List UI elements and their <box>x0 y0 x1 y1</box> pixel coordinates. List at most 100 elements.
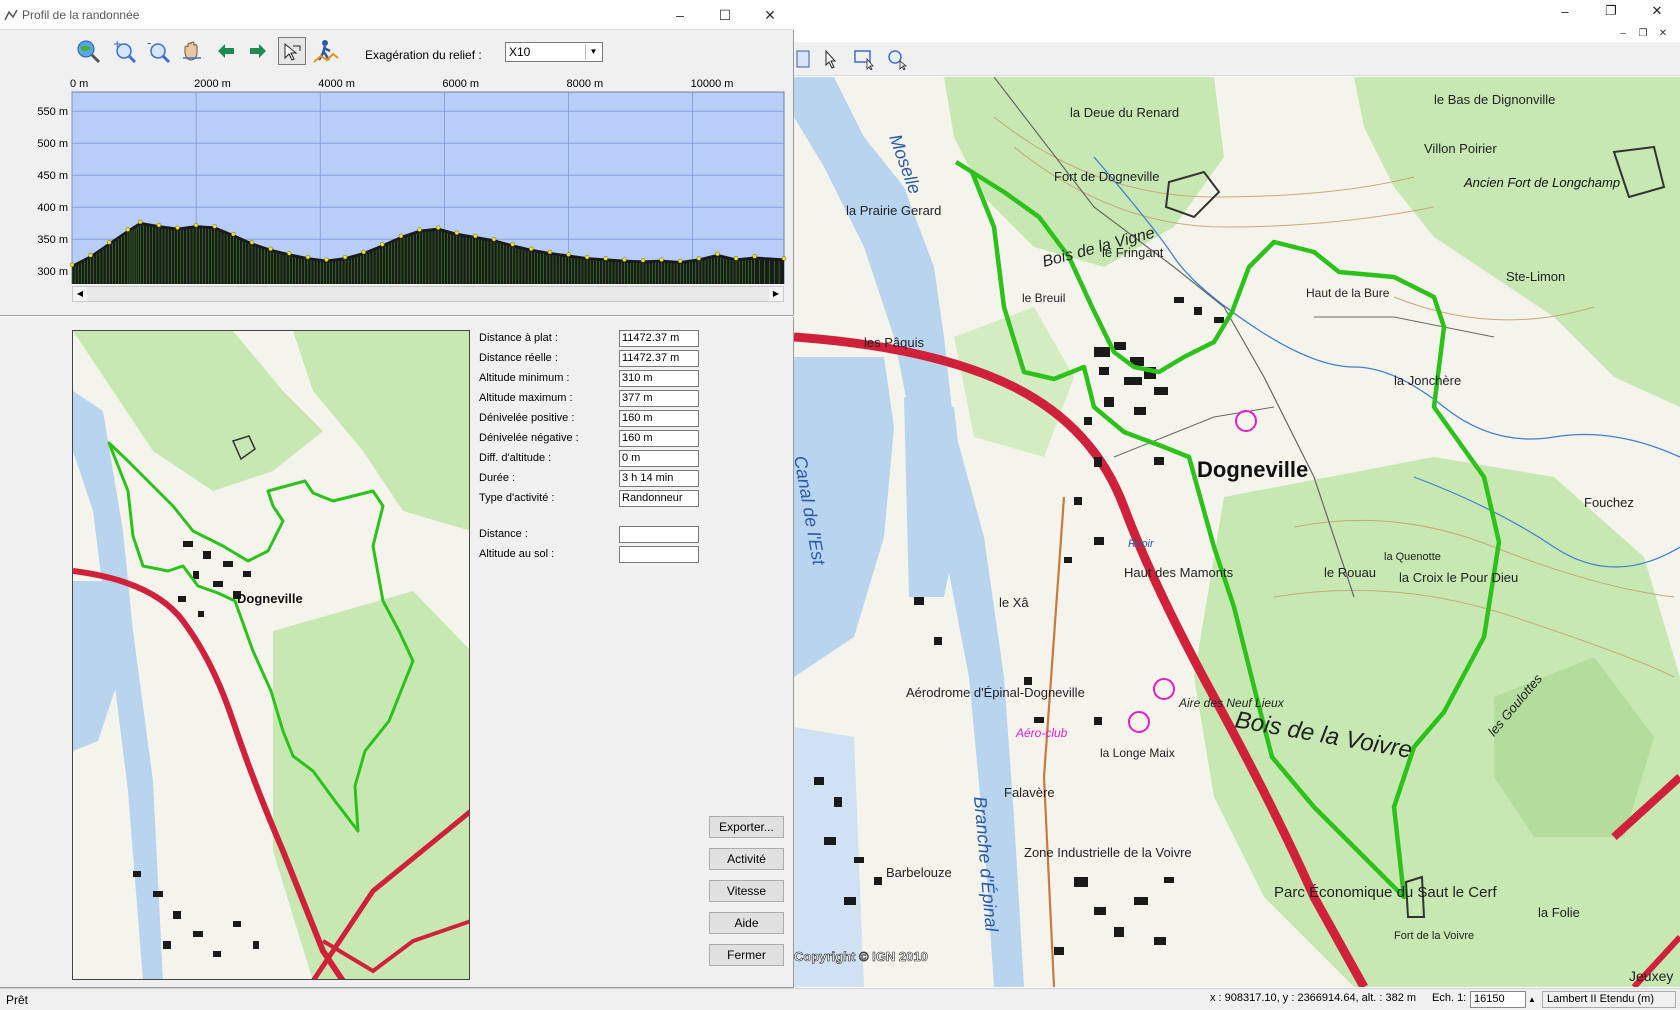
elevation-point <box>268 246 273 252</box>
elevation-point <box>342 254 348 260</box>
stat-label: Altitude maximum : <box>479 392 573 404</box>
map-label-jonchere: la Jonchère <box>1394 373 1461 388</box>
scale-input[interactable]: 16150 <box>1470 991 1526 1008</box>
select-rectangle-icon[interactable] <box>852 46 878 72</box>
elevation-point <box>212 224 217 229</box>
stat-label: Type d'activité : <box>479 492 555 504</box>
pointer-tool-icon[interactable] <box>818 46 844 72</box>
elevation-point <box>249 240 255 245</box>
stat-value-field: 11472.37 m <box>619 330 699 347</box>
stat-row: Type d'activité : Randonneur <box>479 490 709 508</box>
zoom-globe-icon[interactable] <box>74 37 102 65</box>
elevation-point <box>231 231 236 237</box>
route-icon <box>4 8 18 25</box>
elevation-point <box>305 254 311 260</box>
help-button[interactable]: Aide <box>709 912 784 934</box>
activity-button[interactable]: Activité <box>709 848 784 870</box>
scroll-left-arrow-icon[interactable]: ◀ <box>73 287 87 301</box>
elevation-point <box>510 242 515 247</box>
export-button[interactable]: Exporter... <box>709 816 784 838</box>
zoom-in-icon[interactable]: + <box>110 37 138 65</box>
map-label-falavere: Falavère <box>1004 785 1055 800</box>
y-tick-label: 500 m <box>37 138 68 150</box>
map-label-longchamp: Ancien Fort de Longchamp <box>1463 175 1620 190</box>
map-label-bas-dignonville: le Bas de Dignonville <box>1434 92 1555 107</box>
scale-spinner-icon[interactable]: ▲ <box>1526 991 1538 1008</box>
map-label-copyright: Copyright © IGN 2010 <box>794 949 928 964</box>
map-label-zone: Zone Industrielle de la Voivre <box>1024 845 1192 860</box>
relief-exaggeration-label: Exagération du relief : <box>365 48 482 62</box>
elevation-point <box>88 252 93 258</box>
map-label-paquis: les Pâquis <box>864 335 924 350</box>
profile-cursor-icon[interactable] <box>278 37 306 65</box>
elevation-point <box>125 227 131 232</box>
stat-value-field: 0 m <box>619 450 699 467</box>
elevation-point <box>566 252 571 257</box>
pan-hand-icon[interactable] <box>178 37 206 65</box>
elevation-point <box>752 254 757 259</box>
stat-value-field: 160 m <box>619 410 699 427</box>
elevation-point <box>138 219 143 225</box>
zoom-tool-icon[interactable] <box>884 46 910 72</box>
stat-label: Dénivelée positive : <box>479 412 575 424</box>
mdi-restore-button[interactable]: ❐ <box>1636 26 1650 40</box>
x-tick-label: 4000 m <box>318 78 355 90</box>
stat-row: Distance : <box>479 526 709 544</box>
stat-row: Dénivelée positive : 160 m <box>479 410 709 428</box>
stat-label: Durée : <box>479 472 516 484</box>
mdi-minimize-button[interactable]: – <box>1616 26 1630 40</box>
projection-selector[interactable]: Lambert II Etendu (m) <box>1542 991 1676 1008</box>
dialog-minimize-button[interactable]: – <box>662 4 698 26</box>
dialog-close-button[interactable]: ✕ <box>752 4 788 26</box>
status-text: Prêt <box>6 993 29 1007</box>
x-tick-label: 8000 m <box>567 78 604 90</box>
app-minimize-button[interactable]: – <box>1542 0 1588 22</box>
map-label-rvoir: Rvoir <box>1128 538 1155 550</box>
stat-row: Altitude au sol : <box>479 546 709 564</box>
elevation-point <box>286 251 292 256</box>
previous-arrow-icon[interactable] <box>212 37 240 65</box>
close-button[interactable]: Fermer <box>709 944 784 966</box>
map-label-breuil: le Breuil <box>1022 291 1065 305</box>
stat-label: Altitude au sol : <box>479 548 555 560</box>
dialog-title-bar[interactable]: Profil de la randonnée – ☐ ✕ <box>0 0 794 30</box>
map-label-deue: la Deue du Renard <box>1070 105 1179 120</box>
elevation-point <box>659 257 664 262</box>
elevation-profile-chart[interactable]: 0 m 2000 m 4000 m 6000 m 8000 m 10000 m 550 m… <box>0 72 794 304</box>
stat-value-field: 310 m <box>619 370 699 387</box>
zoom-out-icon[interactable]: - <box>144 37 172 65</box>
elevation-point <box>175 225 180 230</box>
next-arrow-icon[interactable] <box>244 37 272 65</box>
x-tick-label: 10000 m <box>691 78 734 90</box>
elevation-point <box>491 236 497 242</box>
elevation-point <box>781 256 787 261</box>
profile-horizontal-scrollbar[interactable]: ◀ ▶ <box>72 286 784 302</box>
chevron-down-icon[interactable]: ▼ <box>585 44 601 60</box>
stat-label: Distance réelle : <box>479 352 558 364</box>
elevation-point <box>529 246 534 252</box>
svg-text:-: - <box>147 38 151 50</box>
y-tick-label: 450 m <box>37 170 68 182</box>
stat-row: Distance réelle : 11472.37 m <box>479 350 709 368</box>
map-label-town: Dogneville <box>1197 457 1308 482</box>
scroll-right-arrow-icon[interactable]: ▶ <box>769 287 783 301</box>
stat-value-field: 3 h 14 min <box>619 470 699 487</box>
map-label-haut-bure: Haut de la Bure <box>1306 286 1390 300</box>
profile-y-axis: 550 m 500 m 450 m 400 m 350 m 300 m <box>37 106 68 278</box>
main-map-view[interactable]: Dogneville Fort de Dogneville Bois de la… <box>794 77 1680 987</box>
relief-exaggeration-select[interactable]: X10 ▼ <box>505 42 603 62</box>
app-close-button[interactable]: ✕ <box>1634 0 1680 22</box>
hiker-profile-icon[interactable] <box>312 37 340 65</box>
dialog-title: Profil de la randonnée <box>22 8 140 22</box>
dialog-maximize-button[interactable]: ☐ <box>707 4 743 26</box>
mdi-close-button[interactable]: ✕ <box>1656 26 1670 40</box>
y-tick-label: 550 m <box>37 106 68 118</box>
x-tick-label: 2000 m <box>194 78 231 90</box>
map-label-longe: la Longe Maix <box>1100 746 1175 760</box>
stat-label: Dénivelée négative : <box>479 432 579 444</box>
app-restore-button[interactable]: ❐ <box>1588 0 1634 22</box>
status-bar: Prêt x : 908317.10, y : 2366914.64, alt.… <box>0 988 1680 1010</box>
map-label-fort-voivre: Fort de la Voivre <box>1394 930 1474 942</box>
speed-button[interactable]: Vitesse <box>709 880 784 902</box>
map-label-croix: la Croix le Pour Dieu <box>1399 570 1518 585</box>
